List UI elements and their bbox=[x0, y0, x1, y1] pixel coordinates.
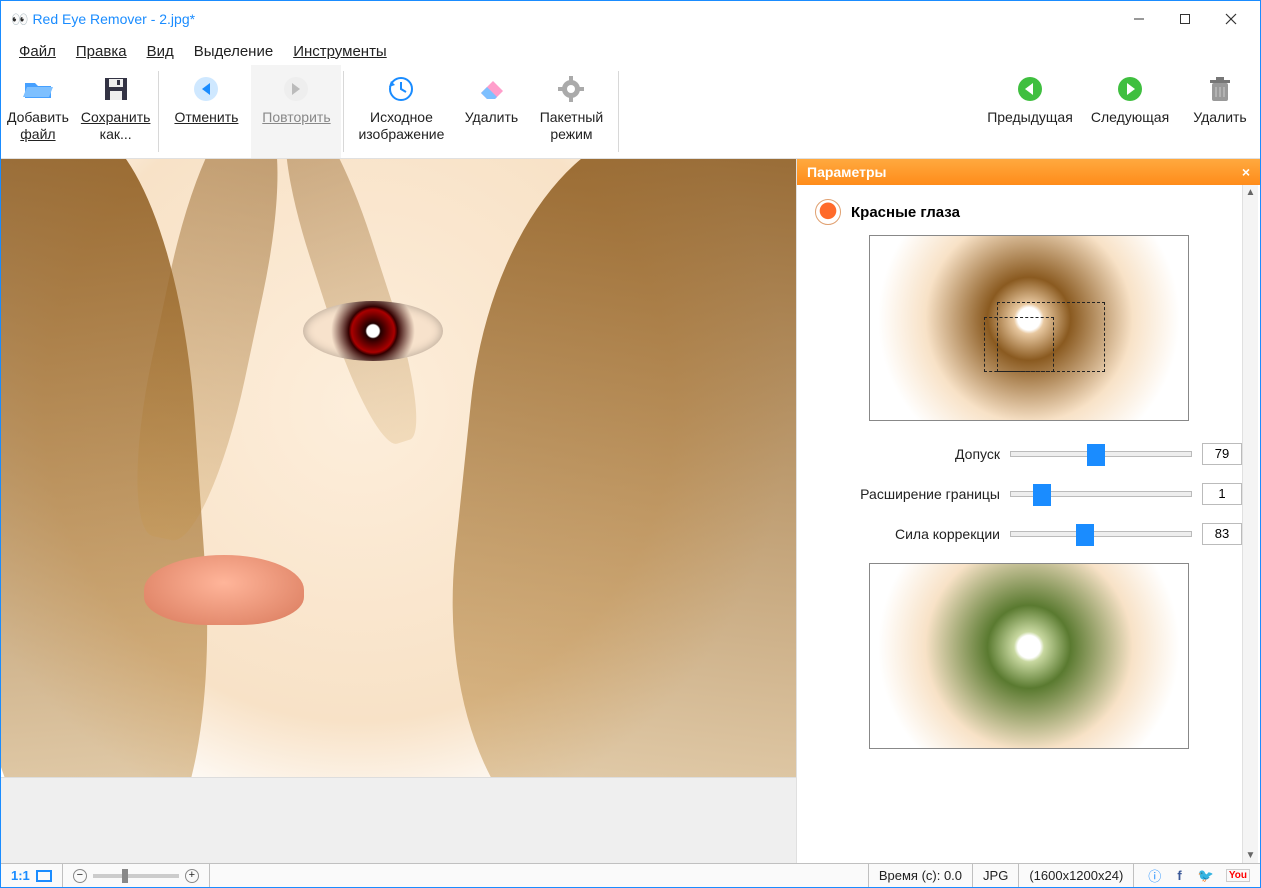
history-icon bbox=[385, 73, 417, 105]
delete-button[interactable]: Удалить bbox=[456, 65, 526, 158]
eraser-icon bbox=[475, 73, 507, 105]
tolerance-label: Допуск bbox=[815, 446, 1000, 462]
panel-scrollbar[interactable]: ▲ ▼ bbox=[1242, 185, 1258, 863]
zoom-slider[interactable] bbox=[93, 874, 179, 878]
menu-tools[interactable]: Инструменты bbox=[285, 41, 395, 62]
remove-button[interactable]: Удалить bbox=[1180, 65, 1260, 158]
main-area: Параметры × Красные глаза Допуск 79 Расш… bbox=[1, 159, 1260, 863]
image-placeholder bbox=[1, 159, 796, 777]
panel-body: Красные глаза Допуск 79 Расширение грани… bbox=[797, 185, 1260, 863]
red-eye-icon bbox=[815, 199, 841, 225]
prev-icon bbox=[1014, 73, 1046, 105]
tolerance-slider[interactable] bbox=[1010, 451, 1192, 457]
format-cell: JPG bbox=[973, 864, 1019, 887]
border-value[interactable]: 1 bbox=[1202, 483, 1242, 505]
app-icon: 👀 bbox=[11, 11, 26, 28]
window-title: Red Eye Remover - 2.jpg* bbox=[32, 11, 1116, 27]
toolbar: Добавитьфайл Сохранитькак... Отменить По… bbox=[1, 65, 1260, 159]
panel-close-button[interactable]: × bbox=[1242, 164, 1250, 180]
batch-mode-button[interactable]: Пакетныйрежим bbox=[526, 65, 616, 158]
preview-before[interactable] bbox=[869, 235, 1189, 421]
border-label: Расширение границы bbox=[815, 486, 1000, 502]
section-red-eye: Красные глаза bbox=[815, 199, 1242, 225]
youtube-icon[interactable]: You bbox=[1226, 869, 1250, 882]
strength-label: Сила коррекции bbox=[815, 526, 1000, 542]
menu-edit[interactable]: Правка bbox=[68, 41, 135, 62]
redo-button[interactable]: Повторить bbox=[251, 65, 341, 158]
twitter-icon[interactable]: 🐦 bbox=[1194, 868, 1218, 884]
thumbnail-strip bbox=[1, 777, 796, 863]
save-as-button[interactable]: Сохранитькак... bbox=[75, 65, 157, 158]
image-view[interactable] bbox=[1, 159, 796, 777]
section-label: Красные глаза bbox=[851, 204, 960, 221]
zoom-ratio-label: 1:1 bbox=[11, 868, 30, 883]
strength-slider[interactable] bbox=[1010, 531, 1192, 537]
parameters-panel: Параметры × Красные глаза Допуск 79 Расш… bbox=[796, 159, 1260, 863]
folder-open-icon bbox=[22, 73, 54, 105]
border-row: Расширение границы 1 bbox=[815, 483, 1242, 505]
previous-button[interactable]: Предыдущая bbox=[980, 65, 1080, 158]
minimize-button[interactable] bbox=[1116, 4, 1162, 34]
strength-row: Сила коррекции 83 bbox=[815, 523, 1242, 545]
preview-after[interactable] bbox=[869, 563, 1189, 749]
facebook-icon[interactable]: f bbox=[1173, 868, 1185, 883]
tolerance-row: Допуск 79 bbox=[815, 443, 1242, 465]
dimensions-cell: (1600x1200x24) bbox=[1019, 864, 1134, 887]
menu-view[interactable]: Вид bbox=[139, 41, 182, 62]
canvas-area bbox=[1, 159, 796, 863]
menubar: Файл Правка Вид Выделение Инструменты bbox=[1, 37, 1260, 65]
next-icon bbox=[1114, 73, 1146, 105]
scroll-down-icon[interactable]: ▼ bbox=[1246, 850, 1256, 861]
statusbar: 1:1 − + Время (с): 0.0 JPG (1600x1200x24… bbox=[1, 863, 1260, 887]
zoom-slider-cell: − + bbox=[63, 864, 210, 887]
border-slider[interactable] bbox=[1010, 491, 1192, 497]
menu-file[interactable]: Файл bbox=[11, 41, 64, 62]
arrow-right-icon bbox=[280, 73, 312, 105]
tolerance-value[interactable]: 79 bbox=[1202, 443, 1242, 465]
arrow-left-icon bbox=[190, 73, 222, 105]
scroll-up-icon[interactable]: ▲ bbox=[1246, 187, 1256, 198]
add-file-button[interactable]: Добавитьфайл bbox=[1, 65, 75, 158]
fit-window-icon[interactable] bbox=[36, 870, 52, 882]
maximize-button[interactable] bbox=[1162, 4, 1208, 34]
undo-button[interactable]: Отменить bbox=[161, 65, 251, 158]
zoom-ratio-cell[interactable]: 1:1 bbox=[1, 864, 63, 887]
panel-title: Параметры bbox=[807, 164, 887, 180]
trash-icon bbox=[1204, 73, 1236, 105]
gear-icon bbox=[555, 73, 587, 105]
time-cell: Время (с): 0.0 bbox=[869, 864, 973, 887]
zoom-out-button[interactable]: − bbox=[73, 869, 87, 883]
info-icon[interactable]: ⓘ bbox=[1144, 866, 1165, 885]
zoom-in-button[interactable]: + bbox=[185, 869, 199, 883]
original-image-button[interactable]: Исходноеизображение bbox=[346, 65, 456, 158]
next-button[interactable]: Следующая bbox=[1080, 65, 1180, 158]
save-icon bbox=[100, 73, 132, 105]
close-button[interactable] bbox=[1208, 4, 1254, 34]
titlebar: 👀 Red Eye Remover - 2.jpg* bbox=[1, 1, 1260, 37]
menu-selection[interactable]: Выделение bbox=[186, 41, 281, 62]
strength-value[interactable]: 83 bbox=[1202, 523, 1242, 545]
social-cell: ⓘ f 🐦 You bbox=[1134, 864, 1260, 887]
panel-header: Параметры × bbox=[797, 159, 1260, 185]
